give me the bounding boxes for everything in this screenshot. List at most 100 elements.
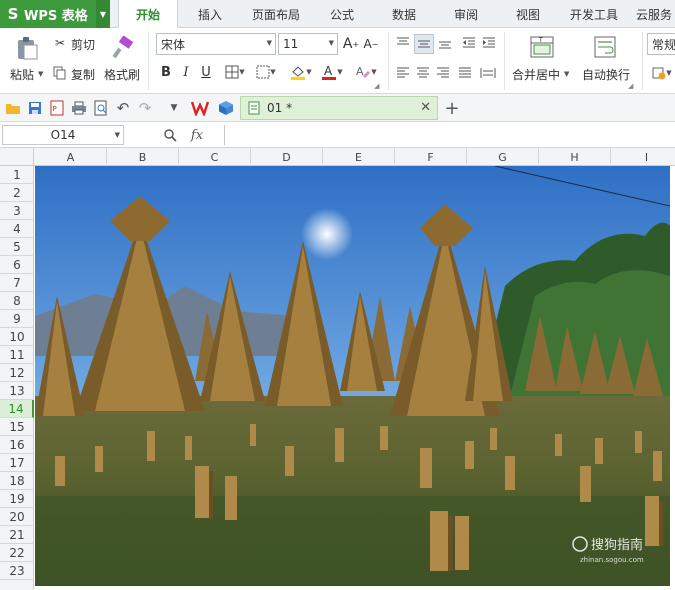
column-header[interactable]: G: [467, 148, 539, 166]
decrease-indent-icon[interactable]: [460, 34, 478, 52]
column-header[interactable]: E: [323, 148, 395, 166]
column-header[interactable]: F: [395, 148, 467, 166]
borders-icon[interactable]: ▼: [222, 62, 248, 82]
cube-app-icon[interactable]: [216, 98, 236, 118]
column-header[interactable]: A: [35, 148, 107, 166]
tab-data[interactable]: 数据: [376, 0, 432, 28]
merge-center-button[interactable]: 合并居中: [512, 66, 560, 83]
row-header[interactable]: 8: [0, 292, 34, 310]
paste-dropdown-icon[interactable]: ▼: [38, 70, 43, 78]
cut-button[interactable]: 剪切: [71, 36, 95, 53]
print-icon[interactable]: [70, 99, 88, 117]
row-header[interactable]: 10: [0, 328, 34, 346]
save-icon[interactable]: [26, 99, 44, 117]
tab-insert[interactable]: 插入: [182, 0, 238, 28]
align-top-icon[interactable]: [394, 34, 412, 52]
scissors-icon[interactable]: ✂: [52, 36, 68, 50]
tab-page-layout[interactable]: 页面布局: [240, 0, 312, 28]
row-header[interactable]: 21: [0, 526, 34, 544]
font-dialog-launcher-icon[interactable]: ◢: [374, 82, 379, 90]
row-header[interactable]: 6: [0, 256, 34, 274]
row-header[interactable]: 7: [0, 274, 34, 292]
row-header[interactable]: 4: [0, 220, 34, 238]
print-preview-icon[interactable]: [92, 99, 110, 117]
underline-button[interactable]: U: [198, 62, 214, 82]
font-name-dropdown-icon[interactable]: ▼: [267, 39, 272, 47]
row-header[interactable]: 16: [0, 436, 34, 454]
align-right-icon[interactable]: [434, 64, 452, 82]
align-bottom-icon[interactable]: [436, 34, 454, 52]
copy-button[interactable]: 复制: [71, 66, 95, 83]
align-center-icon[interactable]: [414, 64, 432, 82]
paste-button[interactable]: 粘贴: [10, 66, 34, 83]
format-painter-button[interactable]: 格式刷: [104, 66, 140, 83]
inserted-photo-rice-straw-field[interactable]: 搜狗指南 zhinan.sogou.com: [35, 166, 670, 586]
select-all-corner[interactable]: [0, 148, 34, 166]
cell-fill-pattern-icon[interactable]: ▼: [252, 62, 280, 82]
row-header[interactable]: 20: [0, 508, 34, 526]
app-menu-button[interactable]: S WPS 表格 ▼: [0, 0, 110, 28]
merge-center-dropdown-icon[interactable]: ▼: [564, 70, 569, 78]
column-header[interactable]: I: [611, 148, 675, 166]
tab-review[interactable]: 审阅: [438, 0, 494, 28]
tab-developer[interactable]: 开发工具: [560, 0, 628, 28]
font-name-select[interactable]: 宋体 ▼: [156, 33, 276, 55]
zoom-lookup-icon[interactable]: [160, 125, 180, 145]
row-header[interactable]: 18: [0, 472, 34, 490]
name-box-dropdown-icon[interactable]: ▼: [115, 131, 120, 139]
copy-icon[interactable]: [52, 66, 68, 80]
row-header[interactable]: 1: [0, 166, 34, 184]
increase-indent-icon[interactable]: [480, 34, 498, 52]
column-header[interactable]: D: [251, 148, 323, 166]
redo-icon[interactable]: ↷: [136, 99, 154, 117]
row-header[interactable]: 3: [0, 202, 34, 220]
row-header[interactable]: 23: [0, 562, 34, 580]
fill-color-icon[interactable]: ▼: [286, 62, 316, 82]
font-color-icon[interactable]: A ▼: [318, 62, 346, 82]
column-header[interactable]: H: [539, 148, 611, 166]
decrease-font-icon[interactable]: A −: [362, 34, 380, 54]
wrap-text-icon[interactable]: [592, 34, 618, 60]
row-header[interactable]: 11: [0, 346, 34, 364]
merge-center-icon[interactable]: T: [528, 34, 556, 60]
justify-icon[interactable]: [456, 64, 474, 82]
app-menu-dropdown-icon[interactable]: ▼: [96, 0, 110, 28]
row-header[interactable]: 12: [0, 364, 34, 382]
tab-formulas[interactable]: 公式: [314, 0, 370, 28]
align-middle-icon[interactable]: [414, 34, 434, 54]
bold-button[interactable]: B: [158, 62, 174, 82]
document-tab[interactable]: 01 * ✕: [240, 96, 438, 120]
wrap-text-button[interactable]: 自动换行: [582, 66, 630, 83]
new-tab-plus-icon[interactable]: +: [442, 97, 462, 119]
row-header[interactable]: 22: [0, 544, 34, 562]
distributed-align-icon[interactable]: [478, 64, 498, 82]
clear-format-icon[interactable]: A ▼: [352, 62, 380, 82]
increase-font-icon[interactable]: A +: [342, 34, 360, 54]
row-header[interactable]: 2: [0, 184, 34, 202]
insert-function-button[interactable]: fx: [186, 125, 208, 145]
undo-icon[interactable]: ↶: [114, 99, 132, 117]
export-pdf-icon[interactable]: P: [48, 99, 66, 117]
row-header[interactable]: 5: [0, 238, 34, 256]
paste-icon[interactable]: [12, 34, 42, 62]
row-header[interactable]: 9: [0, 310, 34, 328]
column-header[interactable]: C: [179, 148, 251, 166]
row-header[interactable]: 17: [0, 454, 34, 472]
name-box[interactable]: O14 ▼: [2, 125, 124, 145]
align-left-icon[interactable]: [394, 64, 412, 82]
tab-cloud-service[interactable]: 云服务: [636, 0, 675, 28]
tab-home[interactable]: 开始: [118, 0, 178, 29]
font-size-select[interactable]: 11 ▼: [278, 33, 338, 55]
open-folder-icon[interactable]: [4, 99, 22, 117]
customize-toolbar-dropdown-icon[interactable]: ▼: [166, 99, 182, 117]
row-header-selected[interactable]: 14: [0, 400, 34, 418]
currency-format-icon[interactable]: ▼: [650, 64, 674, 82]
formula-input[interactable]: [224, 125, 675, 145]
alignment-dialog-launcher-icon[interactable]: ◢: [628, 82, 633, 90]
row-header[interactable]: 19: [0, 490, 34, 508]
column-header[interactable]: B: [107, 148, 179, 166]
row-header[interactable]: 15: [0, 418, 34, 436]
tab-view[interactable]: 视图: [500, 0, 556, 28]
italic-button[interactable]: I: [178, 62, 194, 82]
format-painter-icon[interactable]: [108, 34, 136, 62]
